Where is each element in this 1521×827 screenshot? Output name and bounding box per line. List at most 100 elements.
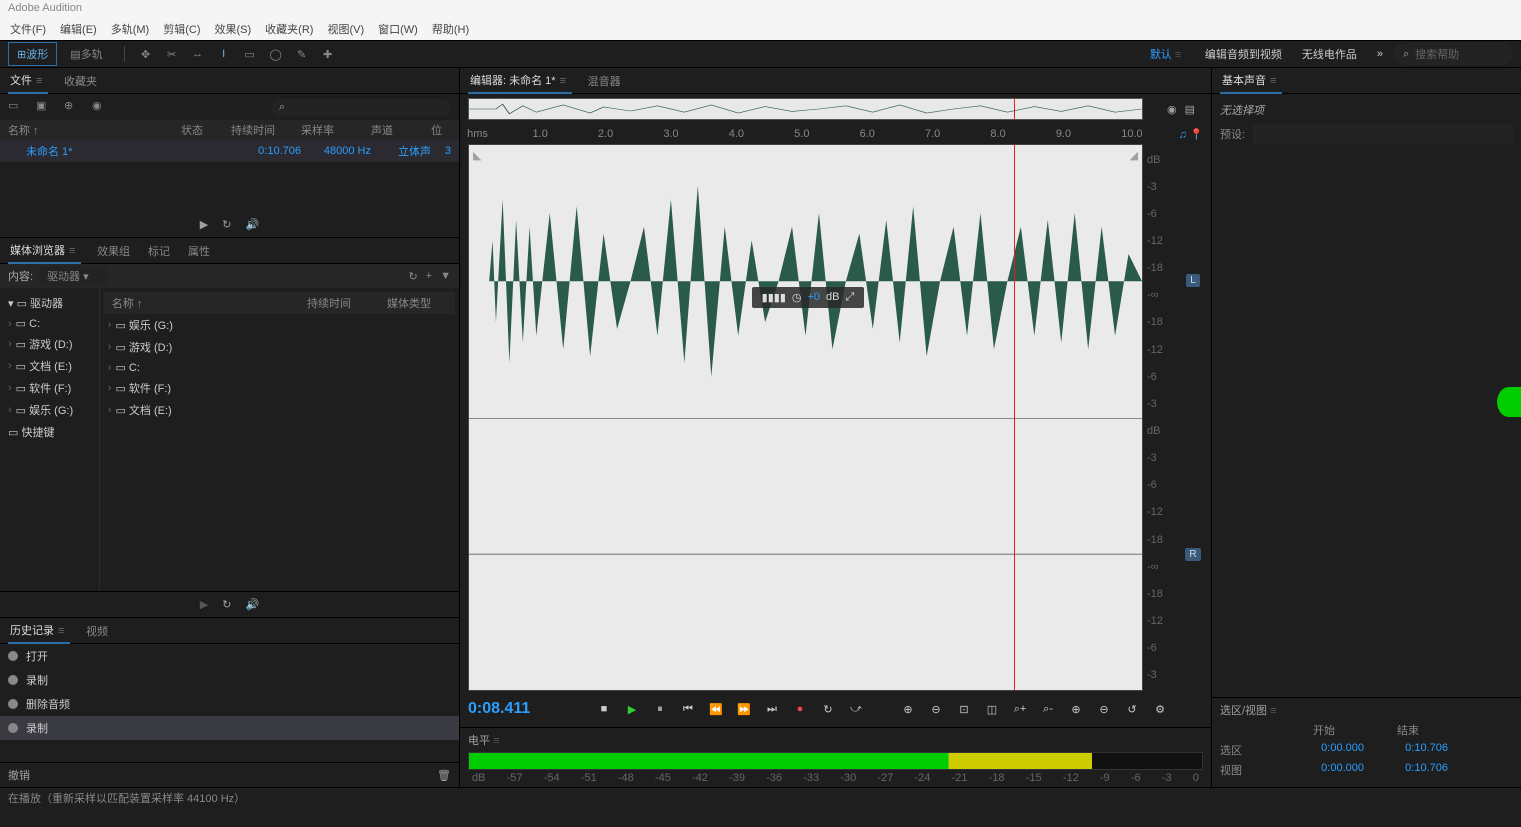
- zoom-selection-button[interactable]: ◫: [981, 698, 1003, 720]
- col-header-rate[interactable]: 采样率: [301, 122, 371, 138]
- import-icon[interactable]: ⊕: [64, 99, 80, 115]
- drive-item[interactable]: › ▭ 娱乐 (G:): [4, 399, 95, 421]
- history-item[interactable]: 录制: [0, 716, 459, 740]
- menu-window[interactable]: 窗口(W): [372, 19, 424, 39]
- col-header-status[interactable]: 状态: [181, 122, 231, 138]
- help-search[interactable]: ⌕搜索帮助: [1393, 43, 1513, 65]
- cd-icon[interactable]: ◉: [92, 99, 108, 115]
- drive-item[interactable]: › ▭ 文档 (E:): [4, 355, 95, 377]
- col-header-name[interactable]: 名称 ↑: [8, 122, 181, 138]
- drive-item[interactable]: › ▭ 游戏 (D:): [4, 333, 95, 355]
- menu-view[interactable]: 视图(V): [321, 19, 370, 39]
- playhead[interactable]: [1014, 145, 1015, 690]
- waveform-display[interactable]: ▮▮▮▮ ◷ +0 dB ⤢ ◣ ◢: [468, 144, 1143, 691]
- level-meter[interactable]: [468, 752, 1203, 770]
- menu-file[interactable]: 文件(F): [4, 19, 52, 39]
- autoplay-icon[interactable]: 🔊: [245, 218, 259, 231]
- move-tool-icon[interactable]: ✥: [136, 44, 156, 64]
- tab-mixer[interactable]: 混音器: [586, 69, 623, 93]
- slip-tool-icon[interactable]: ↔: [188, 44, 208, 64]
- zoom-in-time-button[interactable]: ⊕: [897, 698, 919, 720]
- view-waveform-button[interactable]: ⊞ 波形: [8, 42, 57, 66]
- drive-item[interactable]: ▭ 快捷键: [4, 421, 95, 443]
- go-start-button[interactable]: ⏮: [677, 698, 699, 720]
- drive-content-item[interactable]: › ▭ 软件 (F:): [104, 377, 455, 399]
- history-item[interactable]: 录制: [0, 668, 459, 692]
- menu-effects[interactable]: 效果(S): [209, 19, 258, 39]
- hud-overlay[interactable]: ▮▮▮▮ ◷ +0 dB ⤢: [752, 287, 865, 308]
- drive-item[interactable]: › ▭ 软件 (F:): [4, 377, 95, 399]
- workspace-more[interactable]: »: [1367, 48, 1393, 60]
- tab-properties[interactable]: 属性: [186, 239, 212, 263]
- time-select-tool-icon[interactable]: I: [214, 44, 234, 64]
- content-dropdown[interactable]: 驱动器 ▾: [39, 266, 107, 286]
- zoom-full-button[interactable]: ⊡: [953, 698, 975, 720]
- channel-left-label[interactable]: L: [1183, 144, 1203, 418]
- waveform-icon[interactable]: ▤: [1185, 103, 1195, 116]
- workspace-radio[interactable]: 无线电作品: [1292, 46, 1367, 62]
- loop-icon[interactable]: ↻: [222, 218, 231, 231]
- channel-right-label[interactable]: R: [1183, 418, 1203, 692]
- browser-col-name[interactable]: 名称 ↑: [112, 295, 307, 311]
- zoom-in-amp-button[interactable]: ⊕: [1065, 698, 1087, 720]
- pin-icon[interactable]: 📍: [1190, 129, 1204, 141]
- timeline[interactable]: hms1.02.03.04.05.06.07.08.09.010.0: [460, 124, 1171, 144]
- workspace-video[interactable]: 编辑音频到视频: [1195, 46, 1292, 62]
- spectral-icon[interactable]: ◉: [1167, 103, 1177, 116]
- zoom-reset-amp-button[interactable]: ↺: [1121, 698, 1143, 720]
- new-file-icon[interactable]: ▭: [8, 99, 24, 115]
- razor-tool-icon[interactable]: ✂: [162, 44, 182, 64]
- go-end-button[interactable]: ⏭: [761, 698, 783, 720]
- history-item[interactable]: 删除音频: [0, 692, 459, 716]
- col-header-duration[interactable]: 持续时间: [231, 122, 301, 138]
- menu-edit[interactable]: 编辑(E): [54, 19, 103, 39]
- skip-selection-button[interactable]: ⤻: [845, 698, 867, 720]
- brush-tool-icon[interactable]: ✎: [292, 44, 312, 64]
- files-search[interactable]: ⌕: [271, 99, 451, 116]
- autoplay-icon[interactable]: 🔊: [245, 598, 259, 611]
- col-header-bits[interactable]: 位: [431, 122, 451, 138]
- tab-essential-sound[interactable]: 基本声音≡: [1220, 68, 1282, 94]
- expand-icon[interactable]: ⤢: [846, 291, 855, 304]
- assistant-bubble[interactable]: [1497, 387, 1521, 417]
- waveform-overview[interactable]: [468, 98, 1143, 120]
- preset-dropdown[interactable]: [1253, 124, 1513, 144]
- browser-col-dur[interactable]: 持续时间: [307, 295, 387, 311]
- tab-history[interactable]: 历史记录≡: [8, 618, 70, 644]
- add-icon[interactable]: +: [426, 270, 432, 282]
- zoom-out-amp-button[interactable]: ⊖: [1093, 698, 1115, 720]
- tab-markers[interactable]: 标记: [146, 239, 172, 263]
- heal-tool-icon[interactable]: ✚: [318, 44, 338, 64]
- record-button[interactable]: ●: [789, 698, 811, 720]
- menu-help[interactable]: 帮助(H): [426, 19, 475, 39]
- tab-files[interactable]: 文件≡: [8, 68, 48, 94]
- menu-multitrack[interactable]: 多轨(M): [105, 19, 156, 39]
- loop-button[interactable]: ↻: [817, 698, 839, 720]
- play-icon[interactable]: ▶: [200, 218, 208, 231]
- tab-media-browser[interactable]: 媒体浏览器≡: [8, 238, 81, 264]
- drive-content-item[interactable]: › ▭ 文档 (E:): [104, 399, 455, 421]
- tab-editor[interactable]: 编辑器: 未命名 1*≡: [468, 68, 572, 94]
- menu-clip[interactable]: 剪辑(C): [157, 19, 206, 39]
- tab-effects-rack[interactable]: 效果组: [95, 239, 132, 263]
- tab-video[interactable]: 视频: [84, 619, 110, 643]
- view-start[interactable]: 0:00.000: [1284, 762, 1364, 778]
- view-end[interactable]: 0:10.706: [1368, 762, 1448, 778]
- drive-content-item[interactable]: › ▭ C:: [104, 358, 455, 377]
- loop-icon[interactable]: ↻: [222, 598, 231, 611]
- marquee-tool-icon[interactable]: ▭: [240, 44, 260, 64]
- col-header-channel[interactable]: 声道: [371, 122, 431, 138]
- pause-button[interactable]: ⏸: [649, 698, 671, 720]
- stop-button[interactable]: ■: [593, 698, 615, 720]
- forward-button[interactable]: ⏩: [733, 698, 755, 720]
- drive-content-item[interactable]: › ▭ 游戏 (D:): [104, 336, 455, 358]
- sel-end[interactable]: 0:10.706: [1368, 742, 1448, 758]
- zoom-out-time-button[interactable]: ⊖: [925, 698, 947, 720]
- trash-icon[interactable]: 🗑: [437, 769, 451, 782]
- headphone-icon[interactable]: ♫: [1178, 129, 1186, 141]
- timecode-display[interactable]: 0:08.411: [468, 700, 588, 718]
- filter-icon[interactable]: ▼: [440, 270, 451, 282]
- zoom-in-point-button[interactable]: ⌕+: [1009, 698, 1031, 720]
- play-button[interactable]: ▶: [621, 698, 643, 720]
- history-item[interactable]: 打开: [0, 644, 459, 668]
